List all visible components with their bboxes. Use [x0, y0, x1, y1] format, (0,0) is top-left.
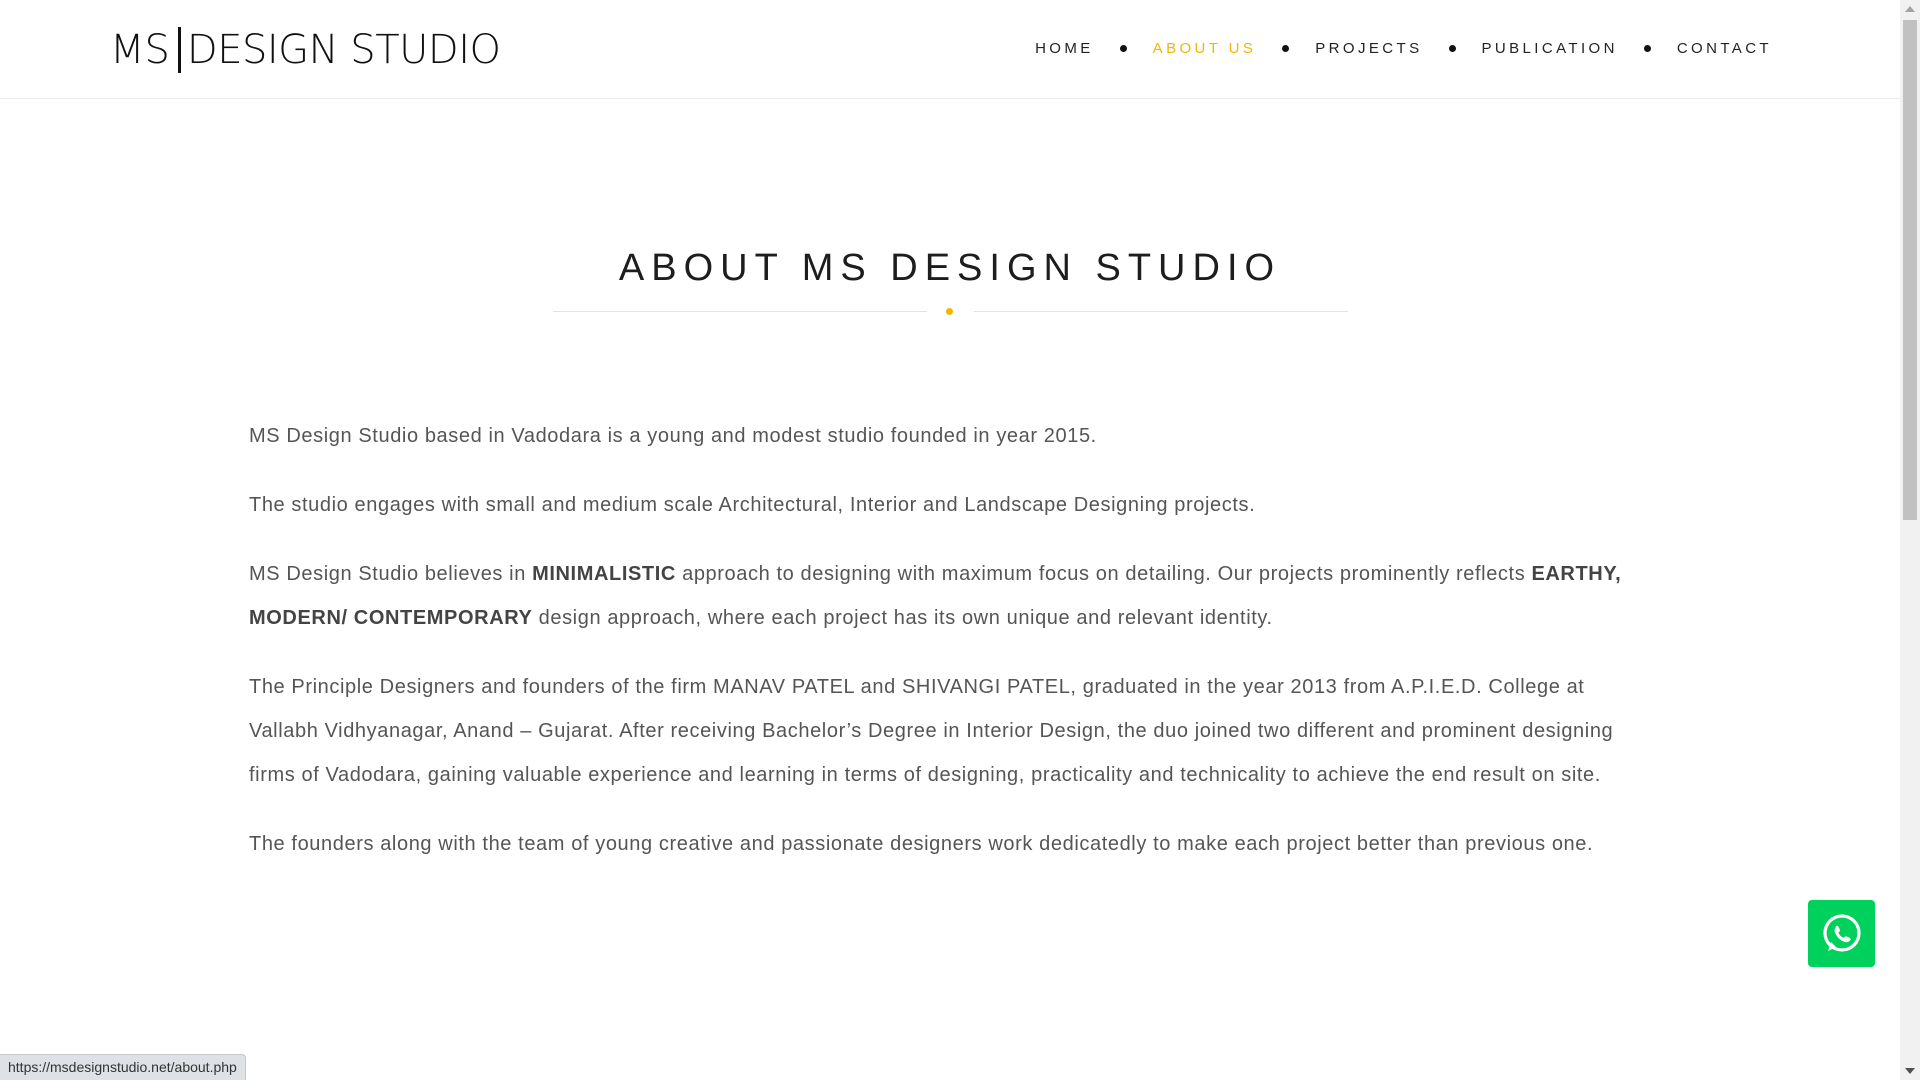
- about-paragraph-4: The Principle Designers and founders of …: [249, 676, 1614, 786]
- nav-separator-dot: [1282, 45, 1290, 52]
- page: MS DESIGN STUDIO HOME ABOUT US PROJECTS …: [0, 0, 1920, 1080]
- page-title: ABOUT MS DESIGN STUDIO: [618, 247, 1282, 290]
- p3-text-a: MS Design Studio believes in: [249, 563, 533, 585]
- divider-line-right: [974, 311, 1348, 312]
- p3-text-c: approach to designing with maximum focus…: [675, 563, 1532, 585]
- nav-separator-dot: [1448, 45, 1456, 52]
- nav-contact[interactable]: CONTACT: [1677, 40, 1772, 57]
- logo-ms: MS: [110, 27, 170, 73]
- site-logo[interactable]: MS DESIGN STUDIO: [110, 24, 501, 76]
- p3-minimalistic: MINIMALISTIC: [532, 563, 676, 585]
- whatsapp-icon: [1822, 913, 1861, 952]
- title-divider: [553, 306, 1348, 318]
- nav-publication[interactable]: PUBLICATION: [1482, 40, 1618, 57]
- browser-status-url: https://msdesignstudio.net/about.php: [0, 1054, 246, 1080]
- nav-about-us[interactable]: ABOUT US: [1153, 40, 1257, 57]
- about-paragraph-3: MS Design Studio believes in MINIMALISTI…: [249, 552, 1649, 640]
- nav-home[interactable]: HOME: [1035, 40, 1094, 57]
- logo-design-studio: DESIGN STUDIO: [186, 27, 501, 73]
- site-header: MS DESIGN STUDIO HOME ABOUT US PROJECTS …: [0, 0, 1900, 99]
- scrollbar-thumb[interactable]: [1903, 20, 1917, 520]
- divider-line-left: [553, 311, 927, 312]
- whatsapp-button[interactable]: [1808, 900, 1875, 967]
- about-paragraph-2: The studio engages with small and medium…: [249, 494, 1256, 516]
- scroll-down-arrow-icon[interactable]: [1905, 1068, 1915, 1074]
- main-nav: HOME ABOUT US PROJECTS PUBLICATION CONTA…: [1035, 40, 1772, 57]
- p3-text-e: design approach, where each project has …: [532, 607, 1273, 629]
- about-paragraph-5: The founders along with the team of youn…: [249, 833, 1594, 855]
- logo-divider: [177, 27, 181, 73]
- nav-projects[interactable]: PROJECTS: [1315, 40, 1422, 57]
- divider-dot: [946, 308, 953, 315]
- scroll-up-arrow-icon[interactable]: [1905, 6, 1915, 12]
- nav-separator-dot: [1643, 45, 1651, 52]
- about-content: MS Design Studio based in Vadodara is a …: [249, 414, 1649, 891]
- page-scrollbar[interactable]: [1900, 0, 1920, 1080]
- nav-separator-dot: [1119, 45, 1127, 52]
- about-paragraph-1: MS Design Studio based in Vadodara is a …: [249, 425, 1097, 447]
